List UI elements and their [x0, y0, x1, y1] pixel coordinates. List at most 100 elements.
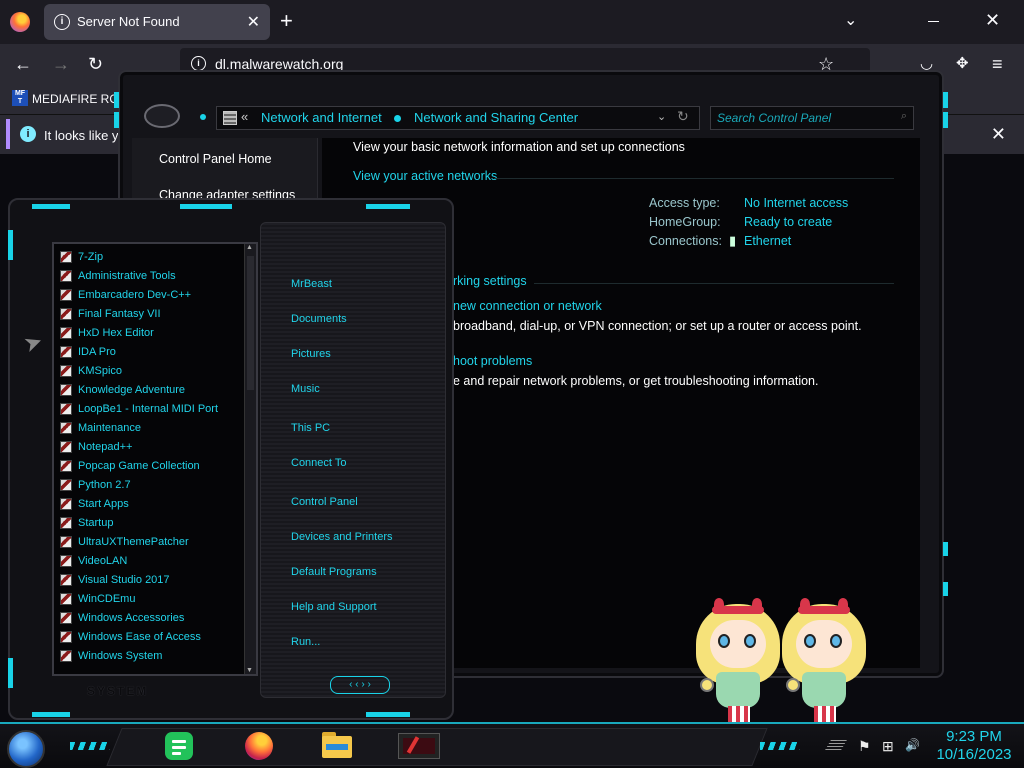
start-place-item[interactable]: Documents [291, 313, 347, 325]
start-place-item[interactable]: Pictures [291, 348, 331, 360]
program-item[interactable]: Final Fantasy VII [54, 305, 240, 324]
ethernet-link[interactable]: Ethernet [744, 234, 791, 248]
start-place-item[interactable]: Help and Support [291, 601, 377, 613]
program-folder-icon [60, 631, 72, 643]
program-item[interactable]: Python 2.7 [54, 476, 240, 495]
program-folder-icon [60, 555, 72, 567]
minimize-window-icon[interactable] [928, 21, 939, 22]
program-item[interactable]: Start Apps [54, 495, 240, 514]
program-item[interactable]: Notepad++ [54, 438, 240, 457]
search-icon[interactable]: ⌕ [901, 110, 907, 123]
program-label: VideoLAN [78, 555, 128, 567]
show-hidden-icons[interactable] [825, 740, 847, 750]
status-dot [200, 114, 206, 120]
breadcrumb-network-internet[interactable]: Network and Internet [261, 110, 382, 125]
close-window-icon[interactable]: ✕ [985, 10, 1000, 31]
search-box[interactable]: ⌕ [710, 106, 914, 130]
program-folder-icon [60, 593, 72, 605]
program-item[interactable]: Visual Studio 2017 [54, 571, 240, 590]
volume-icon[interactable]: 🔊 [905, 738, 920, 752]
tab-close-icon[interactable]: ✕ [247, 12, 260, 32]
program-item[interactable]: Administrative Tools [54, 267, 240, 286]
control-panel-icon[interactable] [398, 733, 440, 759]
program-item[interactable]: VideoLAN [54, 552, 240, 571]
start-place-item[interactable]: Music [291, 383, 320, 395]
firefox-icon[interactable] [242, 730, 276, 762]
search-input[interactable] [717, 110, 887, 126]
start-button[interactable] [7, 730, 45, 768]
program-folder-icon [60, 365, 72, 377]
program-folder-icon [60, 460, 72, 472]
network-icon[interactable]: ⊞ [882, 738, 894, 755]
link-control-panel-home[interactable]: Control Panel Home [159, 152, 272, 166]
start-place-item[interactable]: Connect To [291, 457, 346, 469]
program-item[interactable]: Windows System [54, 647, 240, 666]
start-place-item[interactable]: Default Programs [291, 566, 377, 578]
scrollbar-thumb[interactable] [247, 256, 254, 390]
start-place-item[interactable]: MrBeast [291, 278, 332, 290]
firefox-logo-icon[interactable] [10, 12, 30, 32]
list-all-tabs-icon[interactable]: ⌄ [844, 10, 857, 30]
frame-accent [943, 92, 948, 108]
pin-icon[interactable]: ➤ [20, 328, 46, 359]
program-folder-icon [60, 479, 72, 491]
program-folder-icon [60, 308, 72, 320]
site-info-icon[interactable]: i [191, 56, 206, 71]
window-orb-icon[interactable] [144, 104, 180, 128]
program-item[interactable]: Windows Accessories [54, 609, 240, 628]
program-item[interactable]: 7-Zip [54, 248, 240, 267]
start-place-item[interactable]: This PC [291, 422, 330, 434]
browser-tab[interactable]: i Server Not Found ✕ [44, 4, 270, 40]
program-item[interactable]: Embarcadero Dev-C++ [54, 286, 240, 305]
page-heading: View your basic network information and … [353, 140, 685, 154]
refresh-icon[interactable]: ↻ [677, 108, 689, 125]
address-bar[interactable]: « Network and Internet Network and Shari… [216, 106, 700, 130]
program-item[interactable]: LoopBe1 - Internal MIDI Port [54, 400, 240, 419]
program-item[interactable]: IDA Pro [54, 343, 240, 362]
program-label: HxD Hex Editor [78, 327, 154, 339]
chevron-down-icon[interactable]: ⌄ [657, 110, 666, 123]
page-arrows-button[interactable]: ‹ ‹ › › [330, 676, 390, 694]
program-item[interactable]: Maintenance [54, 419, 240, 438]
extensions-icon[interactable]: ✥ [956, 54, 969, 74]
program-item[interactable]: Popcap Game Collection [54, 457, 240, 476]
program-item[interactable]: WinCDEmu [54, 590, 240, 609]
connections-label: Connections: [649, 234, 722, 248]
notification-accent [6, 119, 10, 149]
program-list-scrollbar[interactable]: ▲ ▼ [244, 244, 256, 674]
forward-icon[interactable]: → [52, 54, 70, 74]
program-label: Embarcadero Dev-C++ [78, 289, 192, 301]
browser-tab-bar: i Server Not Found ✕ + ⌄ ✕ [0, 0, 1024, 44]
file-explorer-icon[interactable] [320, 730, 354, 762]
scroll-up-icon[interactable]: ▲ [246, 244, 253, 251]
frame-accent [8, 658, 13, 688]
clock[interactable]: 9:23 PM 10/16/2023 [932, 728, 1016, 764]
program-item[interactable]: Knowledge Adventure [54, 381, 240, 400]
back-icon[interactable]: ← [14, 54, 32, 74]
menu-icon[interactable]: ≡ [992, 54, 1003, 74]
notification-close-icon[interactable]: ✕ [991, 124, 1006, 145]
program-label: Final Fantasy VII [78, 308, 161, 320]
notification-text: It looks like y [44, 128, 119, 143]
homegroup-link[interactable]: Ready to create [744, 215, 832, 229]
scroll-down-icon[interactable]: ▼ [246, 667, 253, 674]
troubleshoot-link[interactable]: hoot problems [453, 354, 532, 368]
start-place-item[interactable]: Control Panel [291, 496, 358, 508]
setup-new-connection-link[interactable]: new connection or network [453, 299, 602, 313]
program-item[interactable]: Startup [54, 514, 240, 533]
start-place-item[interactable]: Devices and Printers [291, 531, 393, 543]
new-tab-button[interactable]: + [280, 9, 293, 33]
change-networking-heading: orking settings [446, 274, 527, 288]
breadcrumb-back-icon[interactable]: « [241, 109, 248, 124]
program-item[interactable]: UltraUXThemePatcher [54, 533, 240, 552]
action-center-flag-icon[interactable]: ⚑ [858, 738, 871, 755]
bookmark-mediafire[interactable]: MEDIAFIRE RO [32, 92, 119, 106]
program-item[interactable]: KMSpico [54, 362, 240, 381]
breadcrumb-sharing-center[interactable]: Network and Sharing Center [414, 110, 578, 125]
program-folder-icon [60, 441, 72, 453]
reload-icon[interactable]: ↻ [88, 54, 103, 74]
start-place-item[interactable]: Run... [291, 636, 320, 648]
sticky-notes-icon[interactable] [162, 730, 196, 762]
program-item[interactable]: HxD Hex Editor [54, 324, 240, 343]
program-item[interactable]: Windows Ease of Access [54, 628, 240, 647]
